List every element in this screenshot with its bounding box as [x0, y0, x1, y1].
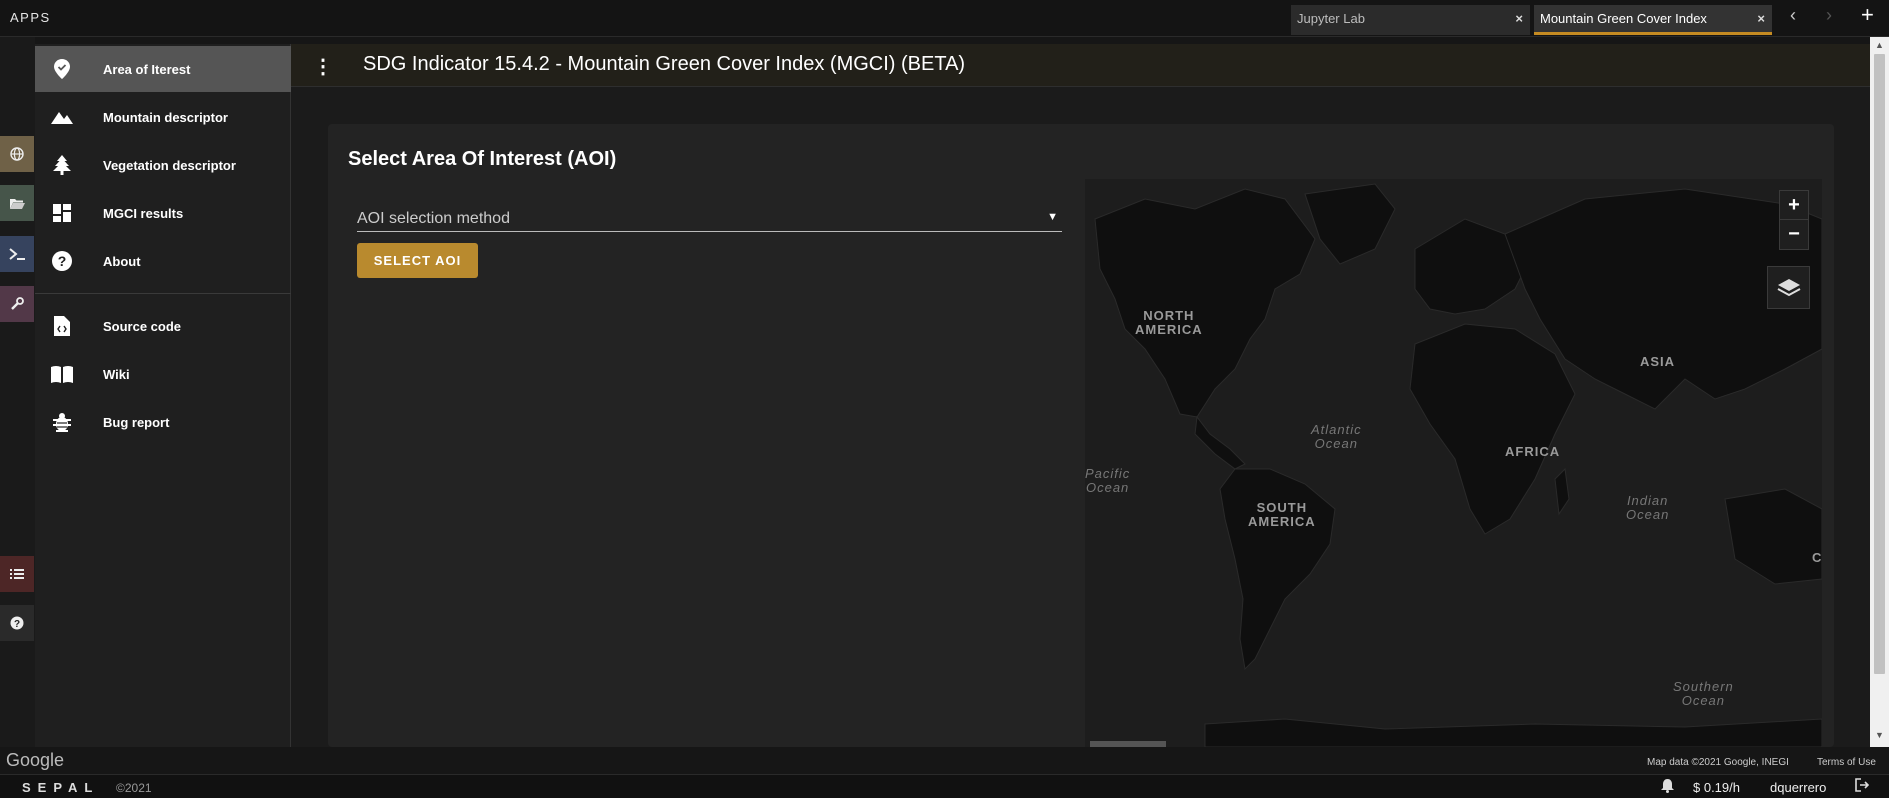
drawer-item-about[interactable]: ? About	[35, 238, 291, 284]
left-rail: ?	[0, 37, 35, 747]
bell-icon[interactable]	[1661, 779, 1674, 796]
app-header: ⋮ SDG Indicator 15.4.2 - Mountain Green …	[291, 44, 1870, 87]
svg-text:?: ?	[58, 253, 67, 269]
question-icon: ?	[51, 250, 73, 272]
drawer-item-vegetation-descriptor[interactable]: Vegetation descriptor	[35, 142, 291, 188]
drawer-item-label: Bug report	[103, 414, 170, 430]
card-title: Select Area Of Interest (AOI)	[348, 148, 617, 170]
close-icon[interactable]: ×	[1515, 11, 1523, 26]
wrench-icon[interactable]	[0, 286, 34, 322]
zoom-control: + −	[1779, 190, 1809, 250]
navigation-drawer: Area of Iterest Mountain descriptor Vege…	[35, 44, 291, 747]
map-label-atlantic-ocean: Atlantic Ocean	[1311, 422, 1362, 452]
tab-label: Jupyter Lab	[1297, 11, 1365, 26]
bug-icon	[51, 411, 73, 433]
drawer-item-wiki[interactable]: Wiki	[35, 351, 291, 397]
drawer-item-area-of-interest[interactable]: Area of Iterest	[35, 46, 291, 92]
map-label-africa: AFRICA	[1505, 444, 1561, 459]
map-view[interactable]: NORTH AMERICA SOUTH AMERICA AFRICA ASIA …	[1085, 179, 1822, 747]
terminal-icon[interactable]	[0, 236, 34, 272]
dashboard-icon	[51, 202, 73, 224]
drawer-item-label: Vegetation descriptor	[103, 157, 236, 173]
drawer-item-label: Area of Iterest	[103, 61, 191, 77]
cost-rate[interactable]: $ 0.19/h	[1693, 780, 1740, 795]
map-label-edge: C	[1812, 550, 1822, 565]
scroll-down-icon[interactable]: ▼	[1875, 730, 1884, 740]
drawer-item-label: MGCI results	[103, 205, 184, 221]
tasks-icon[interactable]	[0, 556, 34, 592]
drawer-item-mountain-descriptor[interactable]: Mountain descriptor	[35, 94, 291, 140]
page-title: SDG Indicator 15.4.2 - Mountain Green Co…	[363, 53, 966, 75]
close-icon[interactable]: ×	[1757, 11, 1765, 26]
top-app-bar: APPS Jupyter Lab × Mountain Green Cover …	[0, 0, 1889, 37]
svg-text:?: ?	[14, 619, 20, 630]
scrollbar-thumb[interactable]	[1874, 54, 1885, 674]
drawer-item-source-code[interactable]: Source code	[35, 303, 291, 349]
caret-down-icon: ▼	[1047, 211, 1058, 223]
mountain-icon	[51, 106, 73, 128]
apps-label: APPS	[10, 10, 51, 25]
aoi-method-select[interactable]: AOI selection method ▼	[357, 206, 1062, 232]
world-map-graphic	[1085, 179, 1822, 747]
sepal-logo: SEPAL	[22, 780, 100, 795]
chevron-left-icon[interactable]: ‹	[1790, 5, 1796, 26]
zoom-in-button[interactable]: +	[1780, 191, 1808, 220]
scroll-up-icon[interactable]: ▲	[1875, 40, 1884, 50]
aoi-select-label: AOI selection method	[357, 210, 510, 227]
google-logo: Google	[6, 750, 65, 770]
map-label-asia: ASIA	[1640, 354, 1676, 369]
zoom-out-button[interactable]: −	[1780, 220, 1808, 249]
drawer-item-mgci-results[interactable]: MGCI results	[35, 190, 291, 236]
page-scrollbar[interactable]: ▲ ▼	[1870, 37, 1889, 747]
drawer-item-label: Mountain descriptor	[103, 109, 228, 125]
globe-icon[interactable]	[0, 136, 34, 172]
map-label-north-america: NORTH AMERICA	[1135, 308, 1203, 338]
username[interactable]: dquerrero	[1770, 780, 1826, 795]
book-icon	[51, 363, 73, 385]
drawer-item-label: Source code	[103, 318, 182, 334]
map-footer: Google Map data ©2021 Google, INEGI Term…	[0, 747, 1889, 774]
tab-label: Mountain Green Cover Index	[1540, 11, 1707, 26]
help-icon[interactable]: ?	[0, 605, 34, 641]
drawer-divider	[35, 293, 291, 294]
chevron-right-icon[interactable]: ›	[1826, 5, 1832, 26]
select-aoi-button[interactable]: SELECT AOI	[357, 243, 478, 278]
tree-icon	[51, 154, 73, 176]
map-marker-icon	[51, 58, 73, 80]
drawer-item-label: Wiki	[103, 366, 130, 382]
status-bar: SEPAL ©2021 $ 0.19/h dquerrero	[0, 774, 1889, 798]
logout-icon[interactable]	[1855, 778, 1870, 795]
map-attribution: Map data ©2021 Google, INEGI	[1647, 757, 1789, 768]
layers-icon[interactable]	[1767, 266, 1810, 309]
map-label-indian-ocean: Indian Ocean	[1626, 493, 1670, 523]
tab-jupyter-lab[interactable]: Jupyter Lab ×	[1291, 5, 1530, 35]
drawer-item-label: About	[103, 253, 141, 269]
drawer-item-bug-report[interactable]: Bug report	[35, 399, 291, 445]
add-tab-icon[interactable]: +	[1861, 2, 1874, 28]
tab-mountain-green-cover-index[interactable]: Mountain Green Cover Index ×	[1534, 5, 1772, 35]
more-vert-icon[interactable]: ⋮	[313, 54, 333, 79]
terms-of-use-link[interactable]: Terms of Use	[1817, 757, 1876, 768]
folder-open-icon[interactable]	[0, 185, 34, 221]
map-label-southern-ocean: Southern Ocean	[1673, 679, 1734, 709]
map-label-south-america: SOUTH AMERICA	[1248, 500, 1316, 530]
code-file-icon	[51, 315, 73, 337]
copyright-text: ©2021	[116, 781, 152, 795]
map-label-pacific-ocean: Pacific Ocean	[1085, 466, 1131, 496]
